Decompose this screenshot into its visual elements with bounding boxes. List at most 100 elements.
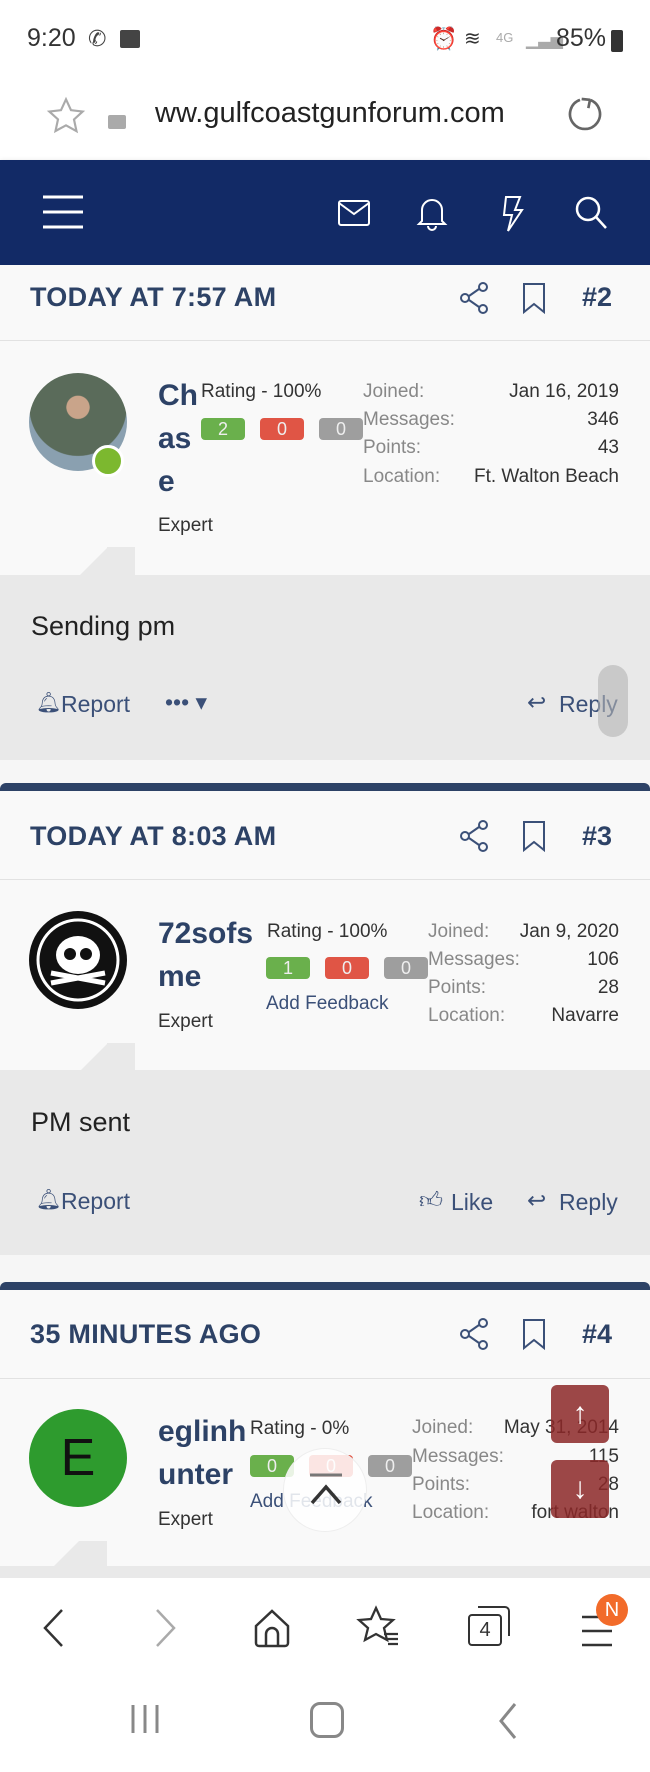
search-icon[interactable] — [575, 196, 607, 230]
bell-icon[interactable]: 🔔︎ — [36, 1187, 61, 1212]
avatar[interactable]: E — [29, 1409, 127, 1507]
bookmark-icon[interactable] — [522, 282, 546, 315]
messages-label: Messages: — [428, 949, 520, 970]
messages-value: 346 — [587, 409, 619, 430]
notification-badge: N — [596, 1594, 628, 1626]
avatar[interactable] — [29, 911, 127, 1009]
recent-apps-icon[interactable] — [130, 1703, 160, 1735]
points-label: Points: — [412, 1474, 471, 1495]
arrow-tab — [52, 1541, 79, 1568]
share-icon[interactable] — [459, 282, 489, 314]
username[interactable]: eglinh unter — [158, 1410, 246, 1496]
post-divider — [0, 1282, 650, 1290]
thumbs-up-icon[interactable]: 👍︎ — [419, 1187, 443, 1215]
reply-icon[interactable]: ↩ — [527, 1187, 546, 1214]
post-number[interactable]: #2 — [582, 282, 612, 313]
scroll-down-button[interactable]: ↓ — [551, 1460, 609, 1518]
bell-icon[interactable] — [416, 195, 448, 231]
scrollbar-handle[interactable] — [598, 665, 628, 737]
location-value: Ft. Walton Beach — [473, 466, 619, 487]
username-line[interactable]: e — [158, 460, 198, 503]
back-system-icon[interactable] — [498, 1702, 518, 1740]
scroll-to-top-button[interactable] — [283, 1448, 367, 1532]
home-icon[interactable] — [253, 1608, 291, 1648]
status-bar: 9:20 ✆ ⏰ ≋ 4G ▁▃▅ 85% — [0, 0, 650, 80]
messages-value: 106 — [587, 949, 619, 970]
address-bar[interactable]: ww.gulfcoastgunforum.com — [0, 80, 650, 160]
message-body — [0, 1070, 650, 1255]
add-feedback-link[interactable]: Add Feedback — [266, 993, 389, 1015]
post-number[interactable]: #4 — [582, 1319, 612, 1350]
arrow-tab — [80, 547, 108, 575]
bookmark-icon[interactable] — [522, 1318, 546, 1351]
rating: Rating - 100% — [201, 381, 322, 402]
like-link[interactable]: Like — [451, 1189, 493, 1216]
battery-icon — [611, 30, 623, 52]
mail-icon[interactable] — [338, 200, 370, 226]
user-title: Expert — [158, 1509, 213, 1530]
viber-icon: ✆ — [88, 26, 107, 51]
report-link[interactable]: Report — [61, 691, 130, 718]
rating: Rating - 100% — [267, 921, 388, 942]
bookmarks-icon[interactable] — [356, 1605, 400, 1648]
points-value: 43 — [597, 437, 619, 458]
lightning-icon[interactable] — [500, 196, 524, 232]
scroll-up-button[interactable]: ↑ — [551, 1385, 609, 1443]
bookmark-icon[interactable] — [522, 820, 546, 853]
username-line[interactable]: 72sofs — [158, 912, 253, 955]
location-label: Location: — [363, 466, 441, 487]
skull-icon — [36, 918, 120, 1002]
bell-icon[interactable]: 🔔︎ — [36, 690, 61, 715]
message-body — [0, 575, 650, 760]
username-line[interactable]: Ch — [158, 374, 198, 417]
username-line[interactable]: as — [158, 417, 198, 460]
arrow-tab — [79, 1541, 107, 1568]
post-divider — [0, 783, 650, 791]
lock-icon — [108, 115, 126, 129]
tabs-icon — [478, 1606, 510, 1636]
username-line[interactable]: eglinh — [158, 1410, 246, 1453]
joined-label: Joined: — [412, 1417, 474, 1438]
message-text: Sending pm — [31, 611, 176, 641]
menu-icon[interactable] — [43, 194, 83, 230]
report-link[interactable]: Report — [61, 1188, 130, 1215]
points-value: 28 — [597, 977, 619, 998]
username-line[interactable]: unter — [158, 1453, 246, 1496]
home-system-icon[interactable] — [310, 1702, 344, 1738]
forward-icon[interactable] — [155, 1608, 177, 1648]
post-time[interactable]: TODAY AT 8:03 AM — [30, 821, 276, 852]
points-label: Points: — [428, 977, 487, 998]
points-label: Points: — [363, 437, 422, 458]
share-icon[interactable] — [459, 820, 489, 852]
post-time[interactable]: 35 MINUTES AGO — [30, 1319, 261, 1350]
image-icon — [120, 30, 140, 48]
divider — [0, 879, 650, 880]
location-label: Location: — [428, 1005, 506, 1026]
arrow-tab — [107, 1043, 135, 1071]
username[interactable]: 72sofs me — [158, 912, 253, 998]
post-time[interactable]: TODAY AT 7:57 AM — [30, 282, 276, 313]
arrow-tab — [80, 1043, 108, 1071]
reply-link[interactable]: Reply — [559, 1189, 618, 1216]
location-value: Navarre — [551, 1005, 619, 1026]
reload-icon[interactable] — [565, 94, 605, 134]
share-icon[interactable] — [459, 1318, 489, 1350]
joined-value: Jan 16, 2019 — [509, 381, 619, 402]
back-icon[interactable] — [42, 1608, 64, 1648]
more-options-button[interactable]: ••• ▾ — [165, 689, 207, 716]
reply-icon[interactable]: ↩ — [527, 689, 546, 716]
star-icon[interactable] — [46, 96, 86, 136]
username[interactable]: Ch as e — [158, 374, 198, 503]
messages-label: Messages: — [363, 409, 455, 430]
battery-text: 85% — [556, 24, 607, 52]
rating: Rating - 0% — [250, 1418, 350, 1439]
username-line[interactable]: me — [158, 955, 253, 998]
user-title: Expert — [158, 1011, 213, 1032]
wifi-icon: ≋ — [464, 28, 481, 50]
post-number[interactable]: #3 — [582, 821, 612, 852]
joined-label: Joined: — [428, 921, 490, 942]
url-text[interactable]: ww.gulfcoastgunforum.com — [155, 97, 505, 130]
chevron-up-icon — [310, 1473, 342, 1505]
positive-count: 1 — [266, 957, 310, 979]
messages-label: Messages: — [412, 1446, 504, 1467]
